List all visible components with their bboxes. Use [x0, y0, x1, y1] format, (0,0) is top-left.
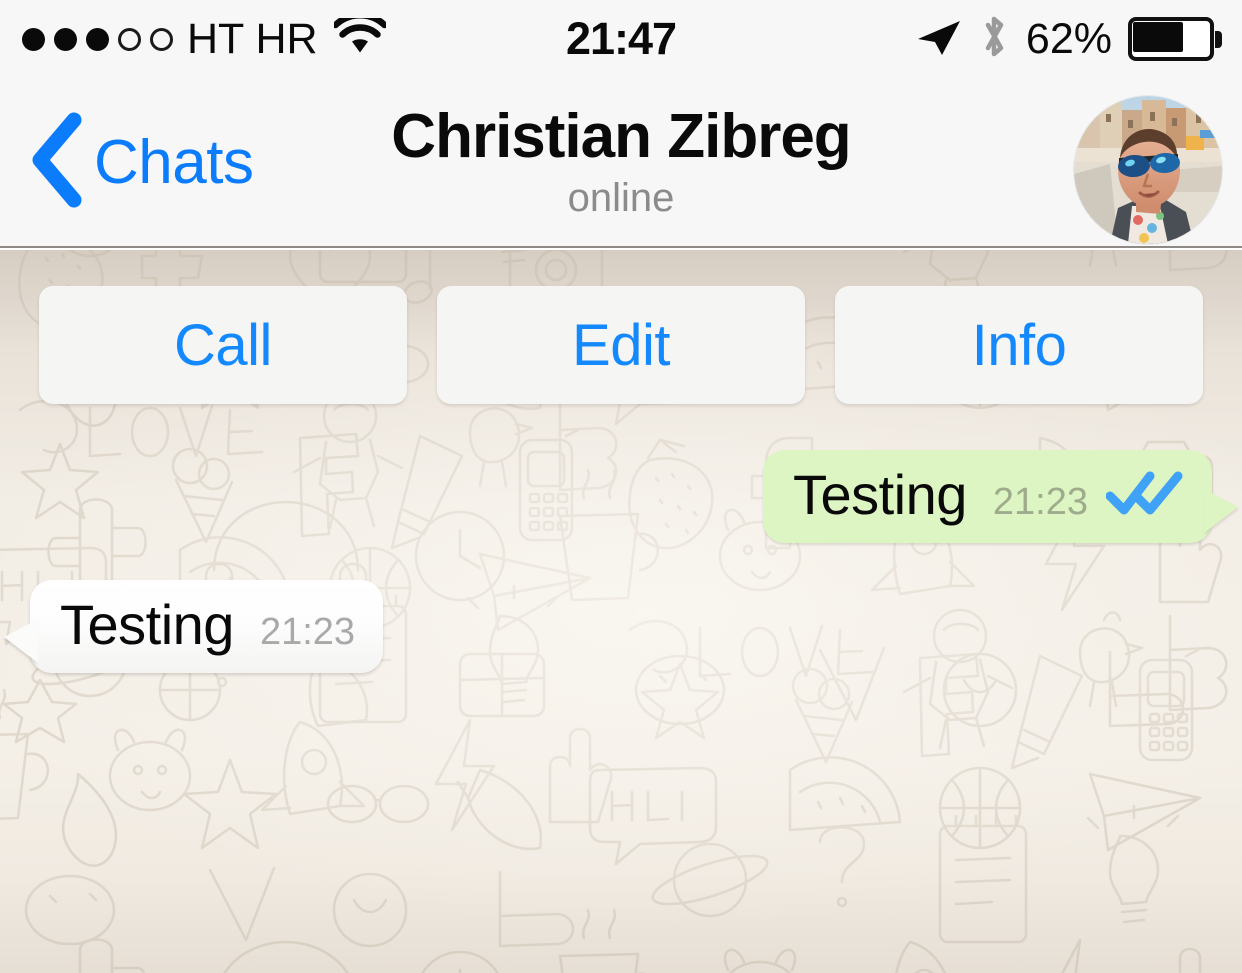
- message-text: Testing: [792, 463, 967, 526]
- status-bar-right: 62%: [914, 0, 1222, 78]
- battery-icon: [1128, 17, 1222, 61]
- contact-status: online: [567, 175, 675, 220]
- message-row-incoming: Testing 21:23: [4, 580, 384, 673]
- whatsapp-chat-screen: HT HR 21:47 62% Chats Christian Zibreg o…: [0, 0, 1242, 973]
- message-timestamp: 21:23: [992, 481, 1088, 523]
- status-bar: HT HR 21:47 62%: [0, 0, 1242, 78]
- message-timestamp: 21:23: [259, 611, 356, 653]
- message-row-outgoing: Testing 21:23: [762, 450, 1238, 543]
- message-list: Testing 21:23 Testing 21:23: [0, 250, 1242, 973]
- bubble-tail-left: [4, 618, 38, 663]
- back-to-chats-button[interactable]: Chats: [28, 78, 267, 246]
- location-arrow-icon: [914, 15, 962, 64]
- message-bubble-outgoing[interactable]: Testing 21:23: [762, 450, 1238, 543]
- contact-avatar[interactable]: [1074, 96, 1222, 244]
- bluetooth-icon: [978, 13, 1010, 66]
- message-text: Testing: [60, 593, 234, 656]
- chat-area: Call Edit Info Testing 21:23 Testing 21:…: [0, 250, 1242, 973]
- status-bar-clock: 21:47: [565, 13, 677, 64]
- navigation-bar: Chats Christian Zibreg online: [0, 78, 1242, 248]
- contact-name: Christian Zibreg: [391, 102, 851, 172]
- battery-percent-label: 62%: [1025, 14, 1112, 63]
- bubble-tail-right: [1204, 488, 1238, 533]
- back-button-label: Chats: [94, 127, 254, 197]
- chevron-left-icon: [28, 112, 84, 213]
- double-check-icon: [1106, 470, 1184, 516]
- message-bubble-incoming[interactable]: Testing 21:23: [4, 580, 384, 673]
